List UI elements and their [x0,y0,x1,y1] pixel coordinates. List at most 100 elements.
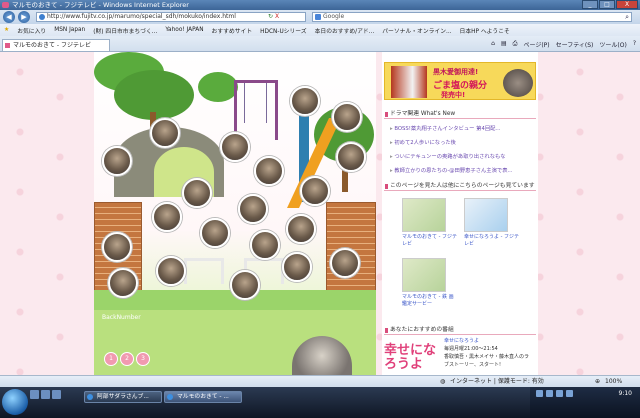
help-menu[interactable]: ? [633,40,636,49]
favorite-link[interactable]: Yahoo! JAPAN [165,27,203,33]
page-menu[interactable]: ページ(P) [523,40,549,49]
forward-button[interactable]: ▶ [18,11,30,23]
google-icon [315,14,321,20]
tab-label: マルモのおきて - フジテレビ [13,42,91,49]
dog-avatar[interactable] [230,270,260,300]
window-title: マルモのおきて - フジテレビ - Windows Internet Explo… [12,1,189,9]
show-desktop-icon[interactable] [30,390,39,399]
tree [198,72,238,102]
favorite-link[interactable]: 日本HP へようこそ [460,26,510,35]
volume-icon[interactable] [566,390,573,397]
dog-avatar[interactable] [286,214,316,244]
feeds-icon[interactable]: ▤ [501,40,507,49]
network-icon[interactable] [556,390,563,397]
news-link[interactable]: 教師立かりの恩たちの-@田野恵子さん主演で表... [390,166,512,174]
product-image [391,66,427,98]
refresh-button[interactable]: ↻ [268,12,273,22]
page-number-1[interactable]: 1 [104,352,118,366]
goma-shio-banner[interactable]: 黒木愛御用達! ごま塩の親分 発売中! [384,62,536,100]
dog-avatar[interactable] [332,102,362,132]
news-link[interactable]: 初めて2人歩いになった後 [390,138,456,146]
page-thumbnail[interactable] [464,198,508,232]
program-desc: ブストーリー、スタート! [444,362,501,368]
security-zone[interactable]: インターネット | 保護モード: 有効 [450,376,544,387]
page-thumbnail[interactable] [402,198,446,232]
print-icon[interactable]: ⎙ [513,40,518,49]
dog-avatar[interactable] [220,132,250,162]
page-thumbnail[interactable] [402,258,446,292]
favorite-link[interactable]: MSN Japan [54,27,85,33]
page-favicon [39,14,45,20]
back-button[interactable]: ◀ [3,11,15,23]
dog-avatar[interactable] [336,142,366,172]
search-icon[interactable]: ⌕ [625,13,629,21]
dog-avatar[interactable] [156,256,186,286]
thumbnail-caption[interactable]: マルモのおきて - 鉄 画鑑定サービー [402,294,458,308]
program-desc: 香取慎吾・黒木メイサ・藤木直人のラ [444,354,530,360]
ie-quicklaunch-icon[interactable] [41,390,50,399]
page-number-3[interactable]: 3 [136,352,150,366]
window-titlebar[interactable]: マルモのおきて - フジテレビ - Windows Internet Explo… [0,0,640,10]
favorites-star-icon[interactable]: ★ [4,27,9,33]
status-bar: ◍ インターネット | 保護モード: 有効 ⊕ 100% [0,375,640,387]
thumbnail-caption[interactable]: 幸せになろうよ - フジテレビ [464,234,520,248]
banner-line3: 発売中! [441,91,466,99]
dog-avatar[interactable] [152,202,182,232]
favorite-link[interactable]: おすすめサイト [212,26,253,35]
favorites-bar: ★ お気に入り MSN Japan (財) 四日市市まちづく... Yahoo!… [0,24,640,36]
dog-avatar[interactable] [290,86,320,116]
thumbnail-caption[interactable]: マルモのおきて - フジテレビ [402,234,458,248]
dog-avatar[interactable] [182,178,212,208]
close-button[interactable]: X [616,0,638,9]
ie-app-icon [2,2,9,8]
favorite-link[interactable]: 本日のおすすめ/アド... [315,26,375,35]
dog-park-illustration: BackNumber 1 2 3 [94,52,376,375]
taskbar: 阿部サダラさんブ... マルモのおきて - ... 9:10 [0,387,640,418]
taskbar-button[interactable]: 阿部サダラさんブ... [84,391,162,403]
minimize-button[interactable]: _ [582,0,598,9]
tray-icon[interactable] [546,390,553,397]
program-title-logo[interactable]: 幸せになろうよ [384,344,444,372]
address-toolbar: ◀ ▶ http://www.fujitv.co.jp/marumo/speci… [0,10,640,24]
dog-avatar[interactable] [102,232,132,262]
dog-avatar[interactable] [250,230,280,260]
page-number-2[interactable]: 2 [120,352,134,366]
dog-avatar[interactable] [150,118,180,148]
search-input[interactable]: Google ⌕ [312,12,632,22]
url-text: http://www.fujitv.co.jp/marumo/special_s… [47,13,236,20]
banner-line1: 黒木愛御用達! [433,68,479,76]
news-link[interactable]: BOSS!薬丸翔子さんインタビュー 第4回配... [390,124,500,132]
quick-launch [30,390,61,399]
stop-button[interactable]: X [275,12,279,22]
dog-avatar[interactable] [238,194,268,224]
dog-avatar[interactable] [300,176,330,206]
favorites-button[interactable]: お気に入り [17,26,46,35]
clock[interactable]: 9:10 [619,390,632,397]
dog-avatar[interactable] [282,252,312,282]
media-icon[interactable] [52,390,61,399]
dog-avatar[interactable] [102,146,132,176]
taskbar-button-active[interactable]: マルモのおきて - ... [164,391,242,403]
news-link[interactable]: ついにテキュンーの奥路があ取り出されなもな [390,152,505,160]
also-viewed-heading: このページを見た人は他にこちらのページも見ています [384,182,536,191]
dog-avatar[interactable] [254,156,284,186]
dog-avatar[interactable] [200,218,230,248]
address-input[interactable]: http://www.fujitv.co.jp/marumo/special_s… [36,12,306,22]
tab-bar: マルモのおきて - フジテレビ ⌂ ▤ ⎙ ページ(P) セーフティ(S) ツー… [0,36,640,52]
dog-avatar[interactable] [108,268,138,298]
tools-menu[interactable]: ツール(O) [599,40,626,49]
favorite-link[interactable]: (財) 四日市市まちづく... [93,26,157,35]
tab-marumo[interactable]: マルモのおきて - フジテレビ [2,39,110,51]
dog-avatar[interactable] [330,248,360,278]
start-button[interactable] [2,389,28,415]
maximize-button[interactable]: □ [599,0,615,9]
recommended-heading: あなたにおすすめの番組 [384,326,536,335]
safety-menu[interactable]: セーフティ(S) [556,40,594,49]
program-link[interactable]: 幸せになろうよ [444,338,536,345]
favorite-link[interactable]: HDCN-Uシリーズ [260,26,306,35]
zoom-level[interactable]: 100% [605,376,622,387]
hurdle [184,258,224,284]
tray-icon[interactable] [536,390,543,397]
favorite-link[interactable]: パーソナル・オンライン... [382,26,451,35]
home-icon[interactable]: ⌂ [491,40,495,49]
